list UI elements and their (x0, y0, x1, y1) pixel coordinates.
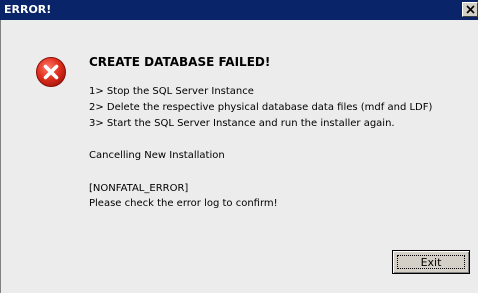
status-text: Cancelling New Installation (89, 150, 225, 161)
step-1: 1> Stop the SQL Server Instance (89, 86, 254, 97)
error-heading: CREATE DATABASE FAILED! (89, 55, 271, 69)
title-bar[interactable]: ERROR! (0, 0, 478, 20)
window-title: ERROR! (4, 3, 52, 16)
exit-button-label: Exit (420, 256, 442, 269)
close-button[interactable] (462, 2, 478, 17)
close-icon (466, 5, 475, 14)
error-code: [NONFATAL_ERROR] (89, 183, 189, 194)
step-2: 2> Delete the respective physical databa… (89, 102, 433, 113)
error-dialog: ERROR! CREATE DATABASE FAILED! 1> Stop t… (0, 0, 478, 293)
exit-button[interactable]: Exit (392, 250, 470, 274)
error-icon (36, 57, 66, 87)
instruction-text: Please check the error log to confirm! (89, 198, 278, 209)
step-3: 3> Start the SQL Server Instance and run… (89, 118, 395, 129)
